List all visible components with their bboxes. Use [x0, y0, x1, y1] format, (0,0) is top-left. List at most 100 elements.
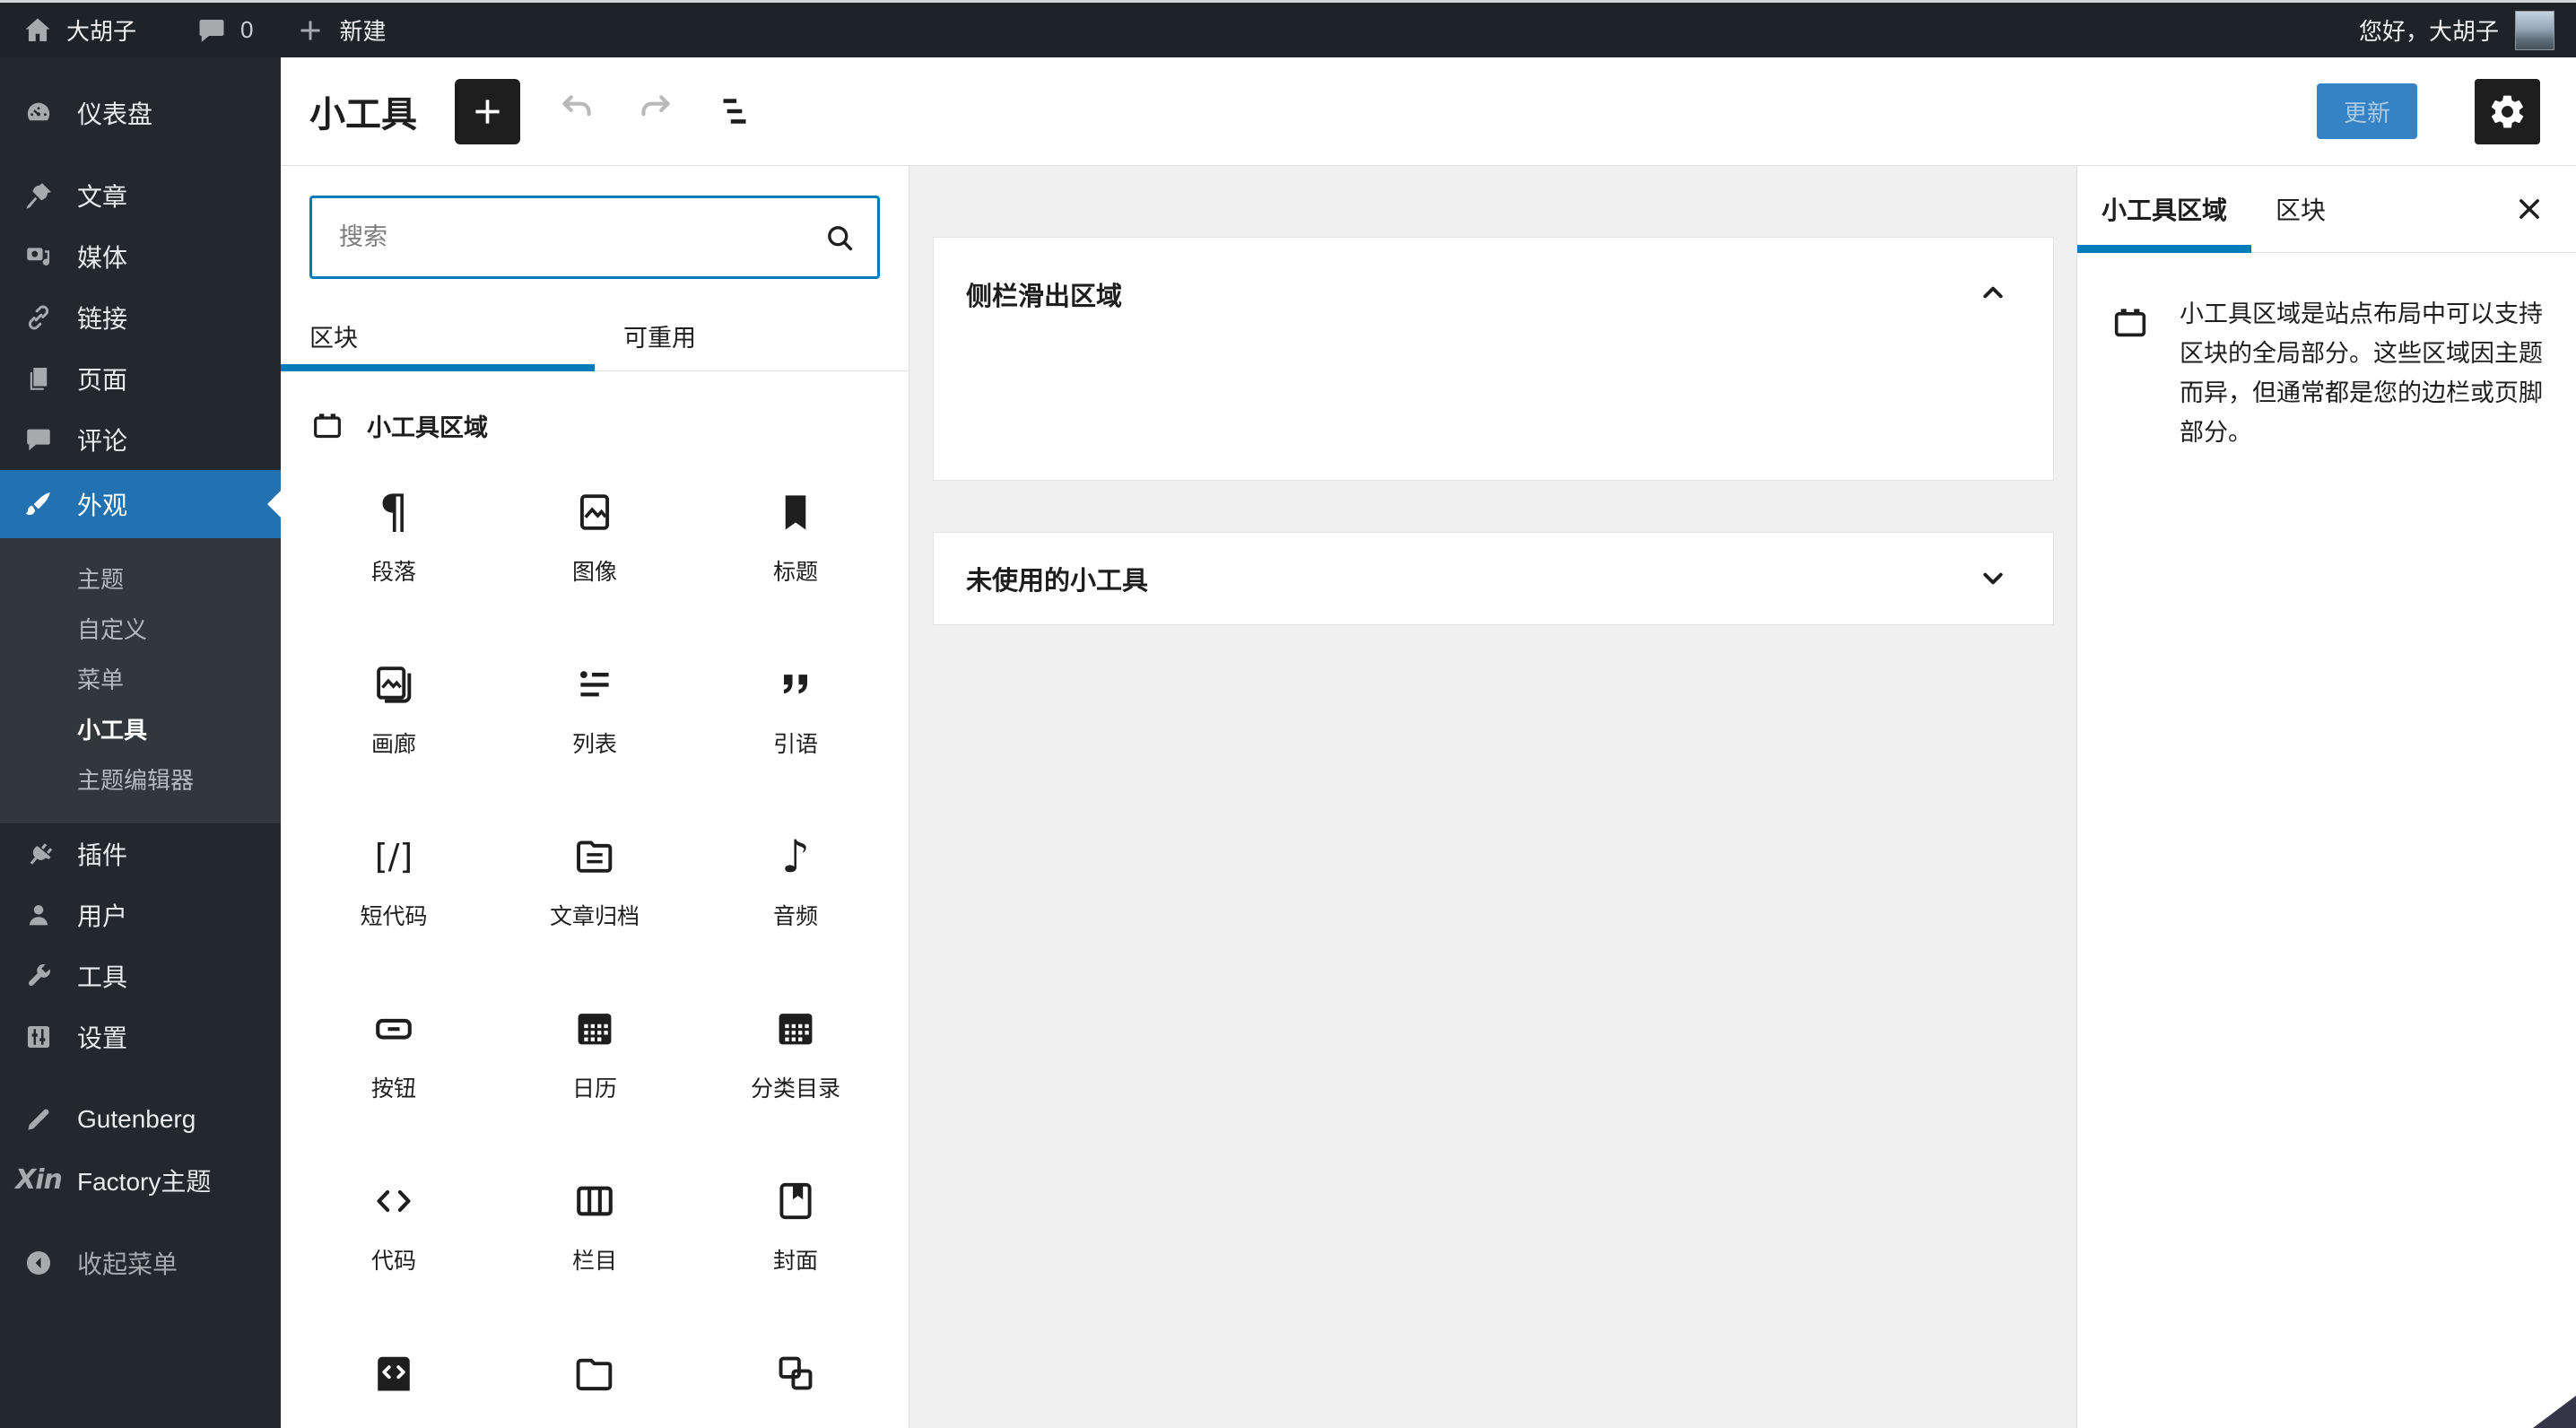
sidebar-item-settings[interactable]: 设置: [0, 1006, 281, 1067]
sidebar-item-comments[interactable]: 评论: [0, 409, 281, 470]
inserter-tabs: 区块 可重用: [281, 300, 909, 371]
pencil-icon: [23, 1104, 54, 1135]
block-item-group[interactable]: [695, 1331, 896, 1428]
settings-tab-1[interactable]: 区块: [2251, 166, 2350, 252]
block-item-button[interactable]: 按钮: [293, 987, 494, 1159]
archives-icon: [565, 827, 624, 886]
pages-icon: [23, 363, 54, 394]
close-icon[interactable]: [2511, 191, 2547, 227]
sidebar-item-pages[interactable]: 页面: [0, 348, 281, 409]
block-item-heading[interactable]: 标题: [695, 470, 896, 642]
block-item-label: 图像: [571, 560, 617, 585]
widget-area-panel-sidebar-slideout-area: 侧栏滑出区域: [933, 237, 2054, 481]
panel-header[interactable]: 未使用的小工具: [934, 533, 2053, 624]
sidebar-item-label: 工具: [77, 963, 128, 991]
block-item-archives[interactable]: 文章归档: [494, 814, 695, 987]
undo-icon[interactable]: [554, 89, 599, 134]
button-icon: [364, 999, 423, 1058]
block-item-custom-html[interactable]: [293, 1331, 494, 1428]
submenu-item-widgets[interactable]: 小工具: [77, 703, 281, 753]
panel-title: 未使用的小工具: [966, 567, 1149, 596]
redo-icon[interactable]: [633, 89, 678, 134]
calendar-icon: [565, 999, 624, 1058]
home-icon: [22, 14, 54, 47]
block-inserter-panel: 区块可重用 小工具区域 ¶ 段落 图像 标题画廊 列表 引语 [/] 短代码 文章归档 ♪ 音频按钮…: [281, 166, 909, 1428]
heading-icon: [766, 483, 825, 542]
block-item-shortcode[interactable]: [/] 短代码: [293, 814, 494, 987]
user-greeting[interactable]: 您好，大胡子: [2359, 13, 2499, 47]
submenu-item-themes[interactable]: 主题: [77, 553, 281, 603]
sidebar-item-label: 插件: [77, 841, 128, 869]
panel-header[interactable]: 侧栏滑出区域: [934, 238, 2053, 313]
image-icon: [565, 483, 624, 542]
block-item-categories[interactable]: 分类目录: [695, 987, 896, 1159]
appearance-icon: [23, 489, 54, 519]
block-item-file[interactable]: [494, 1331, 695, 1428]
sidebar-item-label: 评论: [77, 427, 128, 455]
block-item-gallery[interactable]: 画廊: [293, 642, 494, 814]
inserter-section-header[interactable]: 小工具区域: [281, 371, 909, 443]
sidebar-item-collapse-menu[interactable]: 收起菜单: [0, 1232, 281, 1293]
admin-bar-site-menu[interactable]: 大胡子: [22, 13, 136, 47]
comment-icon: [196, 14, 228, 47]
links-icon: [23, 302, 54, 333]
columns-icon: [565, 1171, 624, 1231]
sidebar-item-media[interactable]: 媒体: [0, 226, 281, 287]
gallery-icon: [364, 655, 423, 714]
comments-count: 0: [240, 16, 254, 43]
site-name[interactable]: 大胡子: [66, 13, 136, 47]
sidebar-item-appearance[interactable]: 外观: [0, 470, 281, 538]
posts-icon: [23, 180, 54, 211]
avatar[interactable]: [2515, 10, 2554, 50]
sidebar-item-users[interactable]: 用户: [0, 884, 281, 945]
inserter-tab-1[interactable]: 可重用: [595, 300, 909, 370]
submenu-item-theme-editor[interactable]: 主题编辑器: [77, 753, 281, 804]
submenu-item-customize[interactable]: 自定义: [77, 603, 281, 653]
editor-header: 小工具 更新: [281, 57, 2576, 166]
dashboard-icon: [23, 98, 54, 128]
plugins-icon: [23, 839, 54, 869]
sidebar-item-label: 链接: [77, 305, 128, 333]
block-item-calendar[interactable]: 日历: [494, 987, 695, 1159]
widget-area-panel-inactive-widgets: 未使用的小工具: [933, 532, 2054, 625]
block-item-audio[interactable]: ♪ 音频: [695, 814, 896, 987]
block-item-label: 文章归档: [549, 904, 640, 929]
sidebar-item-links[interactable]: 链接: [0, 287, 281, 348]
submenu-item-menus[interactable]: 菜单: [77, 653, 281, 703]
sidebar-item-gutenberg[interactable]: Gutenberg: [0, 1089, 281, 1150]
block-item-label: 分类目录: [750, 1076, 840, 1101]
chevron-up-icon[interactable]: [1974, 274, 2012, 311]
audio-icon: ♪: [781, 831, 810, 883]
page-title: 小工具: [309, 95, 417, 135]
list-view-icon[interactable]: [712, 89, 757, 134]
settings-tabs: 小工具区域 区块: [2077, 166, 2576, 253]
sidebar-item-posts[interactable]: 文章: [0, 165, 281, 226]
appearance-submenu: 主题 自定义 菜单 小工具 主题编辑器: [0, 538, 281, 823]
block-item-cover[interactable]: 封面: [695, 1159, 896, 1331]
comments-icon: [23, 424, 54, 455]
sidebar-item-label: 页面: [77, 366, 128, 394]
admin-bar-new[interactable]: 新建: [294, 13, 387, 47]
settings-tab-0[interactable]: 小工具区域: [2077, 166, 2252, 253]
sidebar-item-dashboard[interactable]: 仪表盘: [0, 83, 281, 144]
block-item-paragraph[interactable]: ¶ 段落: [293, 470, 494, 642]
block-item-columns[interactable]: 栏目: [494, 1159, 695, 1331]
sidebar-item-xin-factory-theme[interactable]: Xin Factory主题: [0, 1150, 281, 1211]
sidebar-item-label: 媒体: [77, 244, 128, 272]
settings-gear-button[interactable]: [2475, 78, 2540, 144]
inserter-tab-0[interactable]: 区块: [281, 300, 595, 371]
update-button[interactable]: 更新: [2316, 83, 2417, 139]
admin-bar-comments[interactable]: 0: [196, 14, 253, 47]
plus-icon: [294, 14, 326, 47]
sidebar-item-tools[interactable]: 工具: [0, 945, 281, 1006]
block-item-image[interactable]: 图像: [494, 470, 695, 642]
block-item-quote[interactable]: 引语: [695, 642, 896, 814]
chevron-down-icon[interactable]: [1974, 560, 2012, 597]
sidebar-item-label: Gutenberg: [77, 1105, 196, 1133]
block-item-code[interactable]: 代码: [293, 1159, 494, 1331]
sidebar-item-plugins[interactable]: 插件: [0, 823, 281, 884]
add-block-button[interactable]: [455, 78, 520, 144]
xin-logo-icon: Xin: [15, 1164, 63, 1196]
block-item-list[interactable]: 列表: [494, 642, 695, 814]
search-input[interactable]: [309, 196, 880, 279]
